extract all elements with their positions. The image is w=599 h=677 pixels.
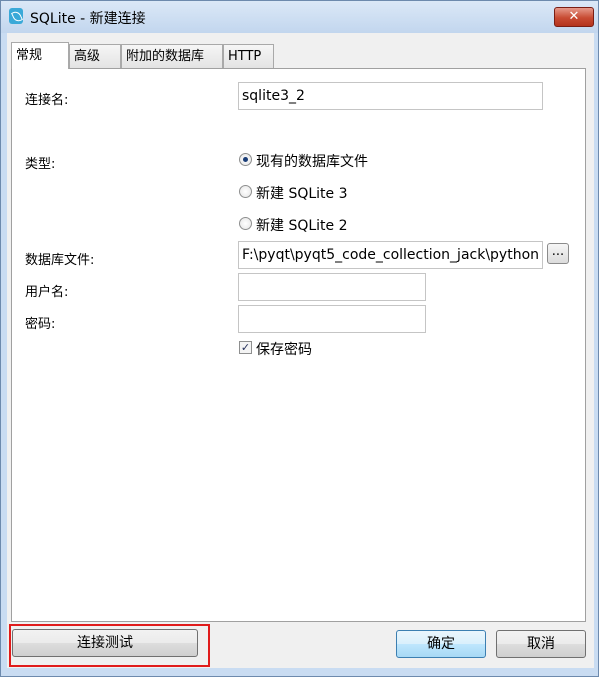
test-connection-highlight-box bbox=[9, 624, 210, 667]
radio-existing-db-file[interactable] bbox=[239, 153, 252, 166]
dialog-window: SQLite - 新建连接 ✕ 常规 高级 附加的数据库 HTTP 连接名: s… bbox=[0, 0, 599, 677]
username-label: 用户名: bbox=[25, 285, 69, 300]
navicat-app-icon bbox=[9, 8, 23, 24]
tab-advanced[interactable]: 高级 bbox=[69, 44, 121, 68]
browse-file-button[interactable]: ... bbox=[547, 243, 569, 264]
radio-new-sqlite2[interactable] bbox=[239, 217, 252, 230]
password-input[interactable] bbox=[238, 305, 426, 333]
save-password-checkbox[interactable]: ✓ bbox=[239, 341, 252, 354]
radio-new-sqlite3[interactable] bbox=[239, 185, 252, 198]
tab-http[interactable]: HTTP bbox=[223, 44, 274, 68]
connection-name-input[interactable]: sqlite3_2 bbox=[238, 82, 543, 110]
close-button[interactable]: ✕ bbox=[554, 7, 594, 27]
radio-new-sqlite2-label[interactable]: 新建 SQLite 2 bbox=[256, 215, 348, 235]
ok-button[interactable]: 确定 bbox=[396, 630, 486, 658]
dialog-body: 常规 高级 附加的数据库 HTTP 连接名: sqlite3_2 类型: 现有的… bbox=[7, 33, 594, 668]
username-input[interactable] bbox=[238, 273, 426, 301]
tab-attached-databases[interactable]: 附加的数据库 bbox=[121, 44, 223, 68]
window-title: SQLite - 新建连接 bbox=[30, 11, 146, 27]
password-label: 密码: bbox=[25, 317, 56, 332]
cancel-button[interactable]: 取消 bbox=[496, 630, 586, 658]
radio-new-sqlite3-label[interactable]: 新建 SQLite 3 bbox=[256, 183, 348, 203]
db-file-label: 数据库文件: bbox=[25, 253, 95, 268]
type-label: 类型: bbox=[25, 157, 56, 172]
db-file-path-input[interactable]: F:\pyqt\pyqt5_code_collection_jack\pytho… bbox=[238, 241, 543, 269]
tab-general[interactable]: 常规 bbox=[11, 42, 69, 69]
save-password-label[interactable]: 保存密码 bbox=[256, 339, 312, 359]
title-bar[interactable]: SQLite - 新建连接 ✕ bbox=[1, 1, 598, 33]
radio-existing-db-file-label[interactable]: 现有的数据库文件 bbox=[256, 151, 368, 171]
general-tab-panel: 连接名: sqlite3_2 类型: 现有的数据库文件 新建 SQLite 3 … bbox=[11, 68, 586, 622]
connection-name-label: 连接名: bbox=[25, 93, 69, 108]
